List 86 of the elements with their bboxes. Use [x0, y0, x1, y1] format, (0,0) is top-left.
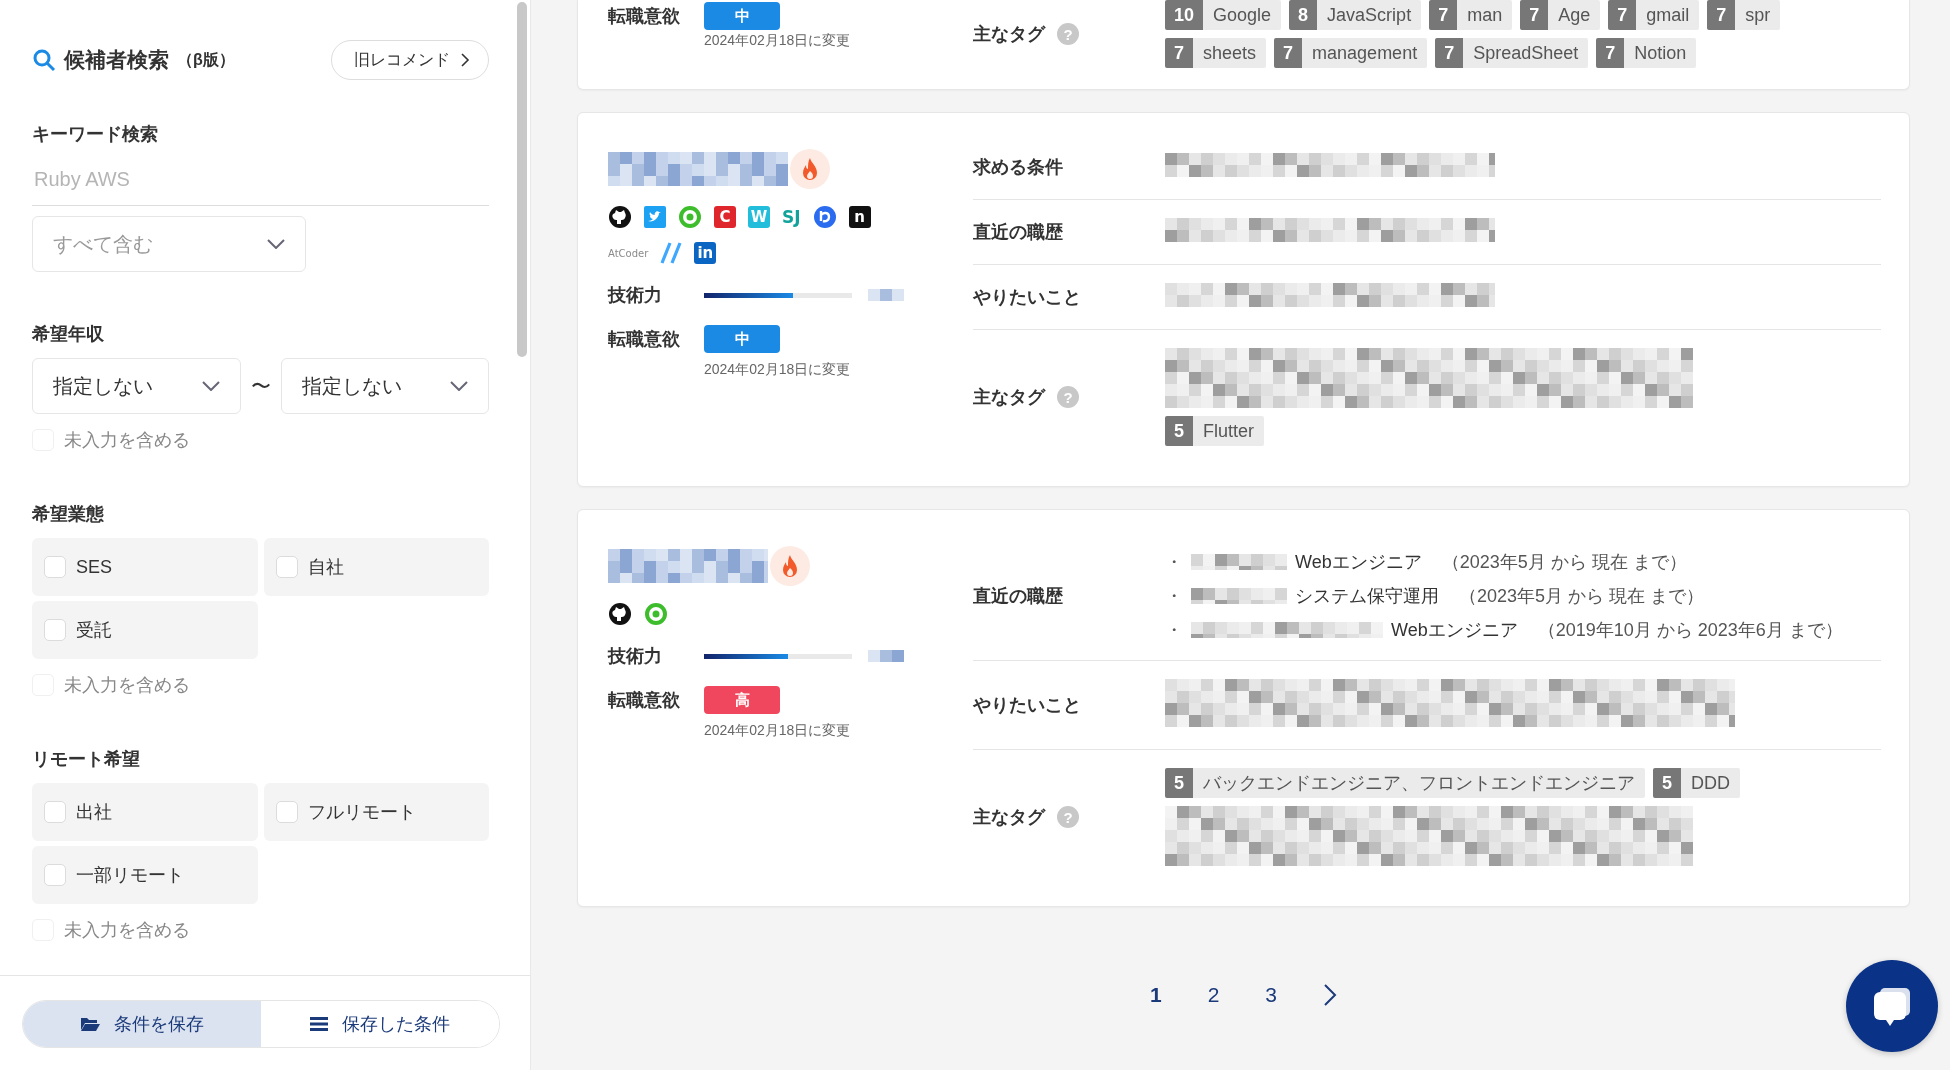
section-label: リモート希望: [32, 748, 141, 771]
job-period: （2023年5月 から 現在 まで）: [1459, 585, 1705, 608]
field-label: 主なタグ: [973, 806, 1045, 829]
option-tile[interactable]: 受託: [32, 601, 258, 659]
option-tile[interactable]: 自社: [263, 538, 489, 596]
chevron-down-icon: [450, 381, 468, 391]
field-label: やりたいこと: [973, 694, 1081, 717]
changed-date: 2024年02月18日に変更: [703, 361, 852, 379]
stat-label: 転職意欲: [608, 5, 681, 28]
job-title: Webエンジニア: [1295, 551, 1422, 574]
slash-icon[interactable]: [660, 241, 683, 265]
option-tile[interactable]: 一部リモート: [32, 846, 258, 904]
option-tile[interactable]: フルリモート: [263, 783, 489, 841]
option-label: 出社: [76, 801, 112, 824]
search-icon: [32, 48, 56, 72]
job-period: （2019年10月 から 2023年6月 まで）: [1537, 619, 1843, 642]
bullet: ・: [1165, 585, 1183, 608]
checkbox[interactable]: [44, 801, 66, 823]
checkbox-label: 未入力を含める: [64, 429, 190, 452]
folder-icon: [80, 1016, 100, 1032]
chevron-right-icon: [460, 53, 470, 67]
github-icon[interactable]: [608, 205, 632, 229]
ring-icon[interactable]: [644, 602, 668, 626]
option-tile[interactable]: 出社: [32, 783, 258, 841]
checkbox[interactable]: [275, 556, 298, 578]
option-label: 一部リモート: [76, 864, 184, 887]
logo-tile[interactable]: C: [714, 206, 736, 228]
field-label: 求める条件: [973, 156, 1063, 179]
redacted-value: [868, 289, 904, 301]
section-label: キーワード検索: [32, 123, 159, 146]
checkbox-label: 未入力を含める: [64, 919, 190, 942]
twitter-icon[interactable]: [644, 206, 666, 228]
panel-title: 候補者検索: [64, 47, 169, 73]
checkbox[interactable]: [44, 556, 66, 578]
menu-icon: [310, 1016, 328, 1032]
page-link[interactable]: 2: [1207, 983, 1220, 1007]
page-link[interactable]: 3: [1265, 983, 1278, 1007]
title-note: （β版）: [177, 49, 235, 70]
chevron-down-icon: [267, 239, 285, 249]
field-label: やりたいこと: [973, 286, 1081, 309]
intent-badge: 中: [704, 2, 780, 30]
page-link[interactable]: 1: [1149, 983, 1162, 1007]
bullet: ・: [1165, 619, 1183, 642]
field-label: 主なタグ: [973, 23, 1045, 46]
checkbox[interactable]: [275, 801, 298, 823]
disc-icon[interactable]: [812, 205, 837, 229]
stat-label: 技術力: [608, 645, 663, 668]
bullet: ・: [1165, 551, 1183, 574]
scrollbar[interactable]: [517, 2, 527, 357]
logo-tile[interactable]: in: [694, 242, 717, 264]
next-page-icon[interactable]: [1323, 984, 1338, 1006]
option-tile[interactable]: SES: [32, 538, 258, 596]
job-title: Webエンジニア: [1391, 619, 1518, 642]
intent-badge: 高: [704, 686, 780, 714]
ring-icon[interactable]: [678, 205, 702, 229]
stat-label: 技術力: [608, 284, 663, 307]
checkbox-label: 未入力を含める: [64, 674, 190, 697]
job-period: （2023年5月 から 現在 まで）: [1441, 551, 1687, 574]
field-label: 直近の職歴: [973, 221, 1063, 244]
chevron-down-icon: [201, 381, 220, 391]
field-label: 直近の職歴: [973, 585, 1063, 608]
legacy-recommend-button[interactable]: 旧レコメンド: [331, 40, 489, 80]
redacted-value: [868, 650, 904, 662]
stat-label: 転職意欲: [608, 328, 681, 351]
salary-min-select[interactable]: 指定しない: [32, 358, 241, 414]
intent-badge: 中: [704, 325, 780, 353]
option-label: フルリモート: [307, 801, 416, 824]
checkbox[interactable]: [44, 864, 66, 886]
section-label: 希望業態: [32, 503, 105, 526]
job-title: システム保守運用: [1295, 585, 1439, 608]
field-label: 主なタグ: [973, 386, 1045, 409]
salary-max-select[interactable]: 指定しない: [280, 358, 489, 414]
save-conditions-tab[interactable]: 条件を保存: [23, 1001, 261, 1047]
changed-date: 2024年02月18日に変更: [703, 32, 852, 50]
changed-date: 2024年02月18日に変更: [703, 722, 852, 740]
logo-text[interactable]: AtCoder: [608, 247, 649, 259]
stat-label: 転職意欲: [608, 689, 681, 712]
chat-button[interactable]: [1846, 960, 1938, 1052]
option-label: 自社: [307, 556, 344, 579]
github-icon[interactable]: [608, 602, 632, 626]
checkbox[interactable]: [44, 619, 66, 641]
section-label: 希望年収: [32, 323, 105, 346]
range-separator: 〜: [250, 373, 271, 399]
option-label: SES: [76, 556, 113, 578]
option-label: 受託: [76, 619, 112, 642]
logo-tile[interactable]: n: [848, 206, 871, 228]
